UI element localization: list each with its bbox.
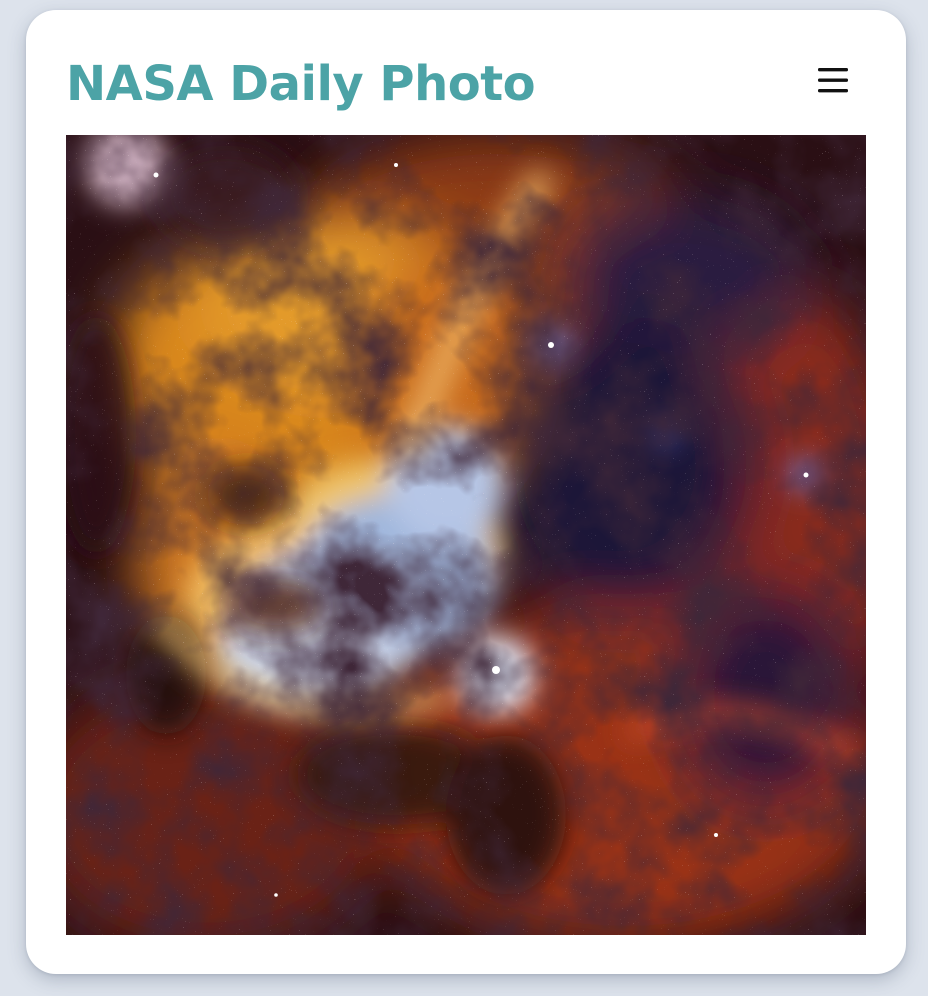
photo-card: NASA Daily Photo	[26, 10, 906, 974]
page-title: NASA Daily Photo	[66, 56, 536, 112]
menu-button[interactable]	[814, 64, 854, 100]
nebula-photo	[66, 135, 866, 935]
hamburger-menu-icon	[814, 64, 854, 100]
